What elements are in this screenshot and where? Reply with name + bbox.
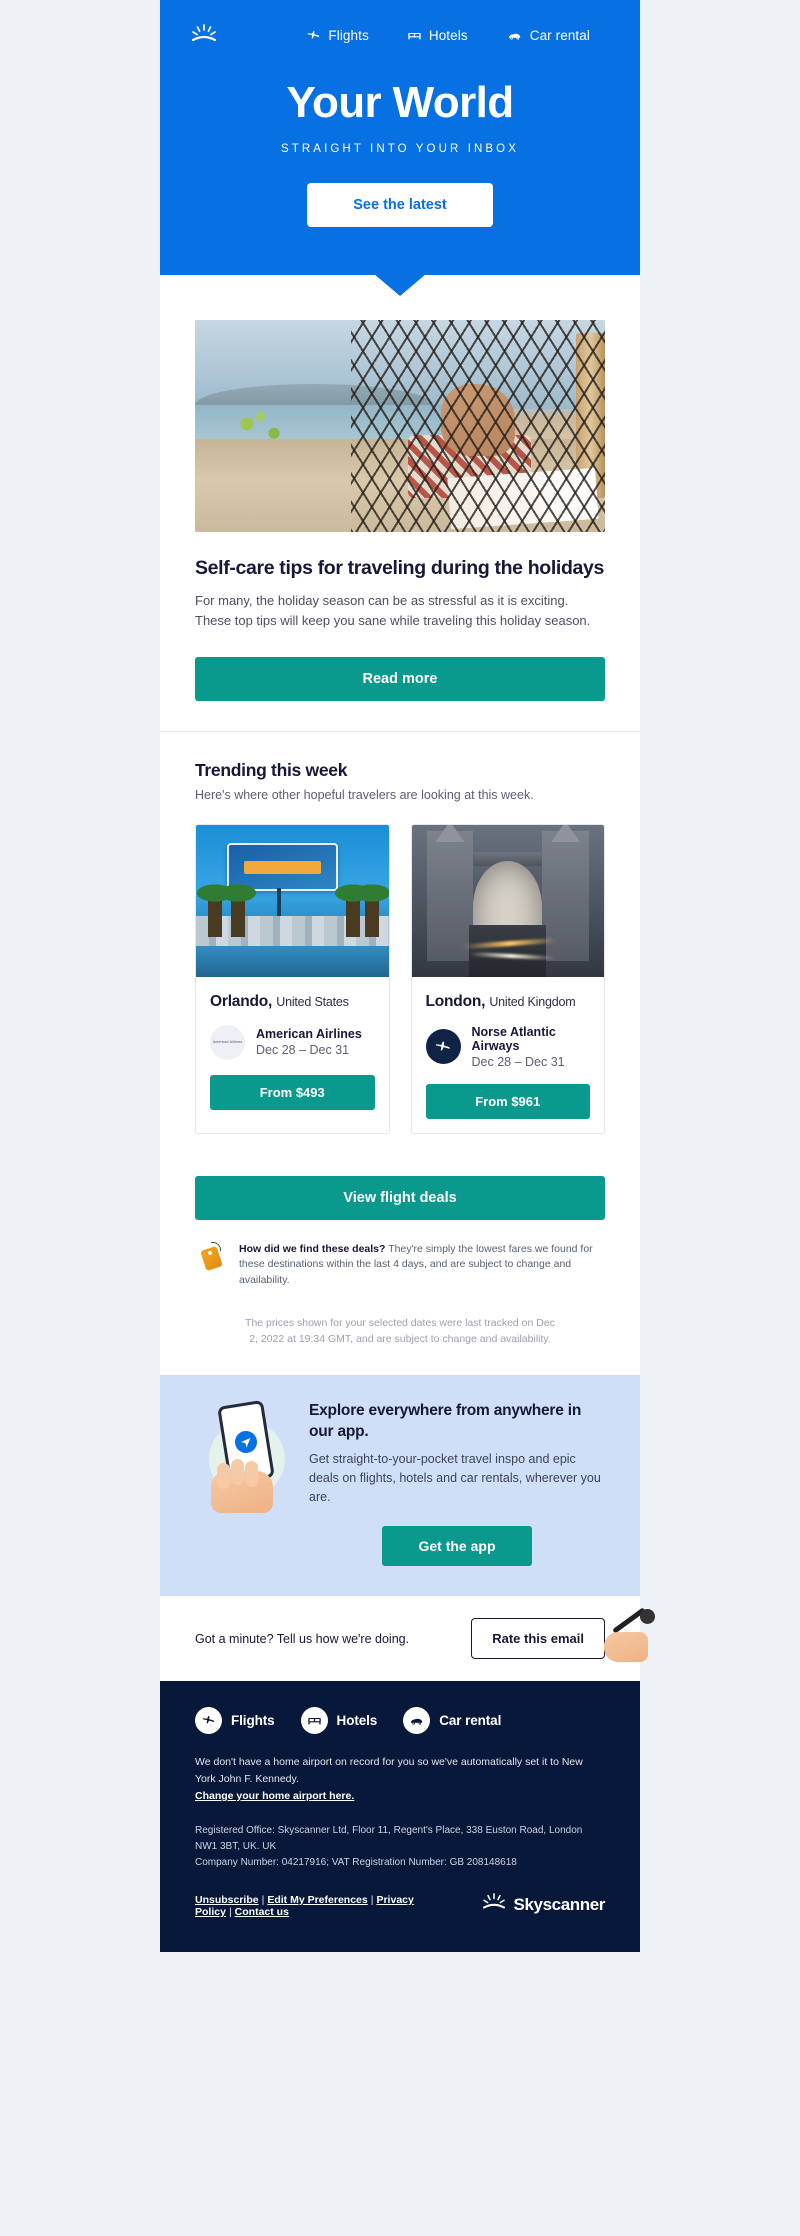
app-promo-section: Explore everywhere from anywhere in our …	[160, 1375, 640, 1597]
deals-note-bold: How did we find these deals?	[239, 1242, 386, 1255]
bed-icon	[300, 1707, 328, 1735]
nav-item-hotels[interactable]: Hotels	[407, 28, 468, 43]
price-tag-icon	[199, 1241, 227, 1272]
city-label: Orlando,	[210, 992, 273, 1010]
airline-logo-text: American Airlines	[212, 1040, 243, 1045]
phone-in-hand-illustration	[195, 1400, 295, 1514]
app-promo-title: Explore everywhere from anywhere in our …	[309, 1402, 582, 1440]
travel-dates: Dec 28 – Dec 31	[471, 1054, 565, 1069]
airline-name: American Airlines	[256, 1027, 362, 1042]
read-more-button[interactable]: Read more	[195, 656, 605, 701]
change-home-airport-link[interactable]: Change your home airport here.	[195, 1790, 354, 1802]
footer-links: Unsubscribe | Edit My Preferences | Privacy …	[195, 1894, 481, 1918]
get-the-app-button[interactable]: Get the app	[382, 1526, 532, 1567]
home-airport-note: We don't have a home airport on record f…	[195, 1754, 605, 1804]
london-image	[411, 824, 604, 977]
price-button[interactable]: From $961	[425, 1083, 590, 1119]
skyscanner-sun-logo-icon[interactable]	[190, 24, 218, 46]
hero-nav: Flights Hotels Car rental	[160, 18, 640, 52]
trending-section: Trending this week Here's where other ho…	[160, 732, 640, 1154]
airline-row: Norse Atlantic Airways Dec 28 – Dec 31	[425, 1025, 591, 1069]
nav-item-flights-label: Flights	[328, 27, 369, 43]
country-label: United Kingdom	[489, 994, 576, 1009]
hero-nav-links: Flights Hotels Car rental	[306, 28, 610, 43]
deals-note-text: How did we find these deals? They're sim…	[239, 1242, 605, 1289]
article-title: Self-care tips for traveling during the …	[195, 557, 605, 580]
airline-info: American Airlines Dec 28 – Dec 31	[256, 1027, 362, 1057]
contact-us-link[interactable]: Contact us	[235, 1906, 289, 1918]
legal-line-2: Company Number: 04217916; VAT Registrati…	[195, 1856, 517, 1868]
legal-info: Registered Office: Skyscanner Ltd, Floor…	[195, 1823, 605, 1871]
destination-name: London, United Kingdom	[426, 993, 591, 1011]
footer-item-flights-label: Flights	[231, 1713, 275, 1729]
feedback-prompt: Got a minute? Tell us how we're doing.	[195, 1631, 410, 1646]
airline-name: Norse Atlantic Airways	[471, 1024, 556, 1053]
see-the-latest-button[interactable]: See the latest	[307, 183, 493, 228]
hero-subtitle: STRAIGHT INTO YOUR INBOX	[281, 143, 519, 156]
car-icon	[506, 28, 523, 43]
destination-card[interactable]: Orlando, United States American Airlines…	[195, 823, 390, 1134]
airline-row: American Airlines American Airlines Dec …	[210, 1024, 375, 1060]
legal-line-1: Registered Office: Skyscanner Ltd, Floor…	[195, 1824, 583, 1852]
article-image	[195, 320, 605, 533]
nav-item-car-rental[interactable]: Car rental	[506, 28, 590, 43]
microphone-hand-icon	[602, 1607, 682, 1668]
footer-item-hotels[interactable]: Hotels	[300, 1707, 378, 1735]
hero-body: Your World STRAIGHT INTO YOUR INBOX See …	[160, 52, 640, 275]
unsubscribe-link[interactable]: Unsubscribe	[195, 1894, 259, 1906]
destination-name: Orlando, United States	[210, 993, 375, 1011]
plane-icon	[306, 28, 321, 43]
card-body: London, United Kingdom Norse Atlantic Ai…	[412, 977, 605, 1133]
price-tracking-note: The prices shown for your selected dates…	[245, 1316, 555, 1346]
footer-item-car-rental[interactable]: Car rental	[403, 1707, 502, 1735]
plane-icon	[195, 1707, 222, 1735]
nav-item-car-rental-label: Car rental	[529, 27, 590, 43]
deals-cta-wrap: View flight deals How did we find these …	[160, 1154, 640, 1376]
travel-dates: Dec 28 – Dec 31	[256, 1043, 350, 1058]
card-body: Orlando, United States American Airlines…	[196, 977, 389, 1124]
airline-info: Norse Atlantic Airways Dec 28 – Dec 31	[472, 1025, 591, 1069]
footer-item-flights[interactable]: Flights	[195, 1707, 275, 1735]
hero-section: Flights Hotels Car rental Your World STR…	[160, 0, 640, 297]
hero-notch-decoration	[374, 274, 426, 297]
skyscanner-sun-logo-icon	[481, 1893, 507, 1918]
email-page: Flights Hotels Car rental Your World STR…	[0, 0, 800, 2236]
trending-subtitle: Here's where other hopeful travelers are…	[195, 787, 534, 802]
footer-section: Flights Hotels Car rental We don't have …	[160, 1681, 640, 1952]
deals-explanation: How did we find these deals? They're sim…	[195, 1241, 605, 1289]
destination-card[interactable]: London, United Kingdom Norse Atlantic Ai…	[410, 823, 605, 1134]
app-promo-copy: Explore everywhere from anywhere in our …	[309, 1401, 605, 1567]
city-label: London,	[425, 992, 486, 1010]
email-body: Flights Hotels Car rental Your World STR…	[160, 0, 655, 1952]
norse-atlantic-airways-logo-icon	[425, 1029, 461, 1065]
bed-icon	[407, 28, 422, 43]
orlando-image	[196, 824, 389, 977]
footer-bottom: Unsubscribe | Edit My Preferences | Privacy …	[195, 1893, 605, 1918]
brand-name: Skyscanner	[513, 1895, 606, 1915]
country-label: United States	[276, 994, 349, 1009]
article-body: For many, the holiday season can be as s…	[195, 593, 591, 629]
footer-nav: Flights Hotels Car rental	[195, 1707, 605, 1754]
american-airlines-logo-icon: American Airlines	[210, 1024, 245, 1060]
car-icon	[403, 1707, 431, 1735]
app-promo-body: Get straight-to-your-pocket travel inspo…	[309, 1452, 601, 1504]
view-flight-deals-button[interactable]: View flight deals	[195, 1175, 605, 1220]
destination-cards: Orlando, United States American Airlines…	[195, 823, 605, 1134]
rate-this-email-button[interactable]: Rate this email	[471, 1618, 605, 1660]
edit-preferences-link[interactable]: Edit My Preferences	[267, 1894, 367, 1906]
footer-item-car-rental-label: Car rental	[439, 1713, 502, 1729]
nav-item-hotels-label: Hotels	[428, 27, 468, 43]
footer-item-hotels-label: Hotels	[336, 1713, 378, 1729]
hero-title: Your World	[286, 78, 514, 127]
trending-title: Trending this week	[195, 759, 348, 780]
footer-brand: Skyscanner	[481, 1893, 605, 1918]
home-airport-text: We don't have a home airport on record f…	[195, 1756, 583, 1786]
nav-item-flights[interactable]: Flights	[306, 27, 369, 43]
link-separator: |	[228, 1905, 232, 1918]
article-section: Self-care tips for traveling during the …	[160, 275, 640, 730]
feedback-section: Got a minute? Tell us how we're doing. R…	[160, 1596, 655, 1682]
price-button[interactable]: From $493	[210, 1074, 375, 1110]
